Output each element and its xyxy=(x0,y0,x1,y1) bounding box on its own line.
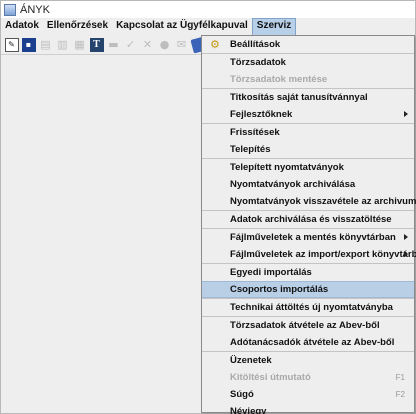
menu-item-label: Fájlműveletek a mentés könyvtárban xyxy=(230,232,396,243)
menu-item-fajlmuveletek-mentes[interactable]: Fájlműveletek a mentés könyvtárban xyxy=(202,229,414,246)
submenu-arrow-icon xyxy=(404,234,408,240)
title-bar: ÁNYK xyxy=(1,1,415,18)
menu-ellenorzesek[interactable]: Ellenőrzések xyxy=(43,18,112,35)
accelerator-f1: F1 xyxy=(395,373,405,382)
menu-item-adotanacsadok-atvetele[interactable]: Adótanácsadók átvétele az Abev-ből xyxy=(202,334,414,351)
print-preview-icon[interactable]: ▦ xyxy=(73,38,87,52)
open-icon[interactable]: ▤ xyxy=(39,38,53,52)
menu-kapcsolat-ugyfelkapu[interactable]: Kapcsolat az Ügyfélkapuval xyxy=(112,18,252,35)
menu-item-kitoltesi-utmutato: Kitöltési útmutató F1 xyxy=(202,369,414,386)
settings-wrench-icon: ⚙ xyxy=(210,38,220,51)
save-icon[interactable]: ▪ xyxy=(21,37,36,52)
menu-item-uzenetek[interactable]: Üzenetek xyxy=(202,352,414,369)
check-icon[interactable]: ▥ xyxy=(56,38,70,52)
mail-icon[interactable]: ✉ xyxy=(175,38,189,52)
menu-item-label: Súgó xyxy=(230,389,254,400)
menu-item-label: Beállítások xyxy=(230,39,281,50)
menu-item-telepitett-nyomtatvanyok[interactable]: Telepített nyomtatványok xyxy=(202,159,414,176)
submenu-arrow-icon xyxy=(404,111,408,117)
menu-item-frissitesek[interactable]: Frissítések xyxy=(202,124,414,141)
menu-item-torzsadatok[interactable]: Törzsadatok xyxy=(202,54,414,71)
menu-item-label: Fájlműveletek az import/export könyvtárb… xyxy=(230,249,416,260)
menu-item-fejlesztoknek[interactable]: Fejlesztőknek xyxy=(202,106,414,123)
menu-item-adatok-archivalasa[interactable]: Adatok archiválása és visszatöltése xyxy=(202,211,414,228)
menu-item-label: Kitöltési útmutató xyxy=(230,372,311,383)
menu-item-torzsadatok-atvetele[interactable]: Törzsadatok átvétele az Abev-ből xyxy=(202,317,414,334)
delete-icon[interactable]: ✕ xyxy=(141,38,155,52)
menu-item-fajlmuveletek-import-export[interactable]: Fájlműveletek az import/export könyvtárb… xyxy=(202,246,416,263)
printer-icon[interactable]: ▬ xyxy=(107,38,121,52)
window-title: ÁNYK xyxy=(20,3,50,16)
book-icon[interactable]: T xyxy=(89,37,104,52)
menu-bar: Adatok Ellenőrzések Kapcsolat az Ügyfélk… xyxy=(1,18,415,35)
menu-item-sugo[interactable]: Súgó F2 xyxy=(202,386,414,403)
szerviz-dropdown-menu: ⚙ Beállítások Törzsadatok Törzsadatok me… xyxy=(201,35,416,414)
checkmark-icon[interactable]: ✓ xyxy=(124,38,138,52)
menu-item-nyomtatvanyok-archivalasa[interactable]: Nyomtatványok archiválása xyxy=(202,176,414,193)
menu-item-technikai-attoltes[interactable]: Technikai áttöltés új nyomtatványba xyxy=(202,299,414,316)
menu-item-torzsadatok-mentese: Törzsadatok mentése xyxy=(230,74,328,85)
menu-item-nevjegy[interactable]: Névjegy xyxy=(202,403,414,414)
application-window: ÁNYK Adatok Ellenőrzések Kapcsolat az Üg… xyxy=(0,0,416,414)
menu-item-beallitasok[interactable]: ⚙ Beállítások xyxy=(202,36,414,53)
help-icon[interactable]: ● xyxy=(158,38,172,52)
menu-item-telepites[interactable]: Telepítés xyxy=(202,141,414,158)
menu-adatok[interactable]: Adatok xyxy=(1,18,43,35)
submenu-arrow-icon xyxy=(404,251,408,257)
menu-szerviz[interactable]: Szerviz xyxy=(251,18,297,35)
menu-item-csoportos-importalas[interactable]: Csoportos importálás xyxy=(202,281,414,298)
menu-item-label: Fejlesztőknek xyxy=(230,109,293,120)
app-icon xyxy=(4,3,16,16)
menu-item-egyedi-importalas[interactable]: Egyedi importálás xyxy=(202,264,414,281)
new-document-icon[interactable]: ✎ xyxy=(4,37,19,52)
main-content-area xyxy=(1,56,201,413)
menu-item-titkositas[interactable]: Titkosítás saját tanusítvánnyal xyxy=(202,89,414,106)
accelerator-f2: F2 xyxy=(395,390,405,399)
menu-item-nyomtatvanyok-visszavetele[interactable]: Nyomtatványok visszavétele az archivumbó… xyxy=(202,193,416,210)
